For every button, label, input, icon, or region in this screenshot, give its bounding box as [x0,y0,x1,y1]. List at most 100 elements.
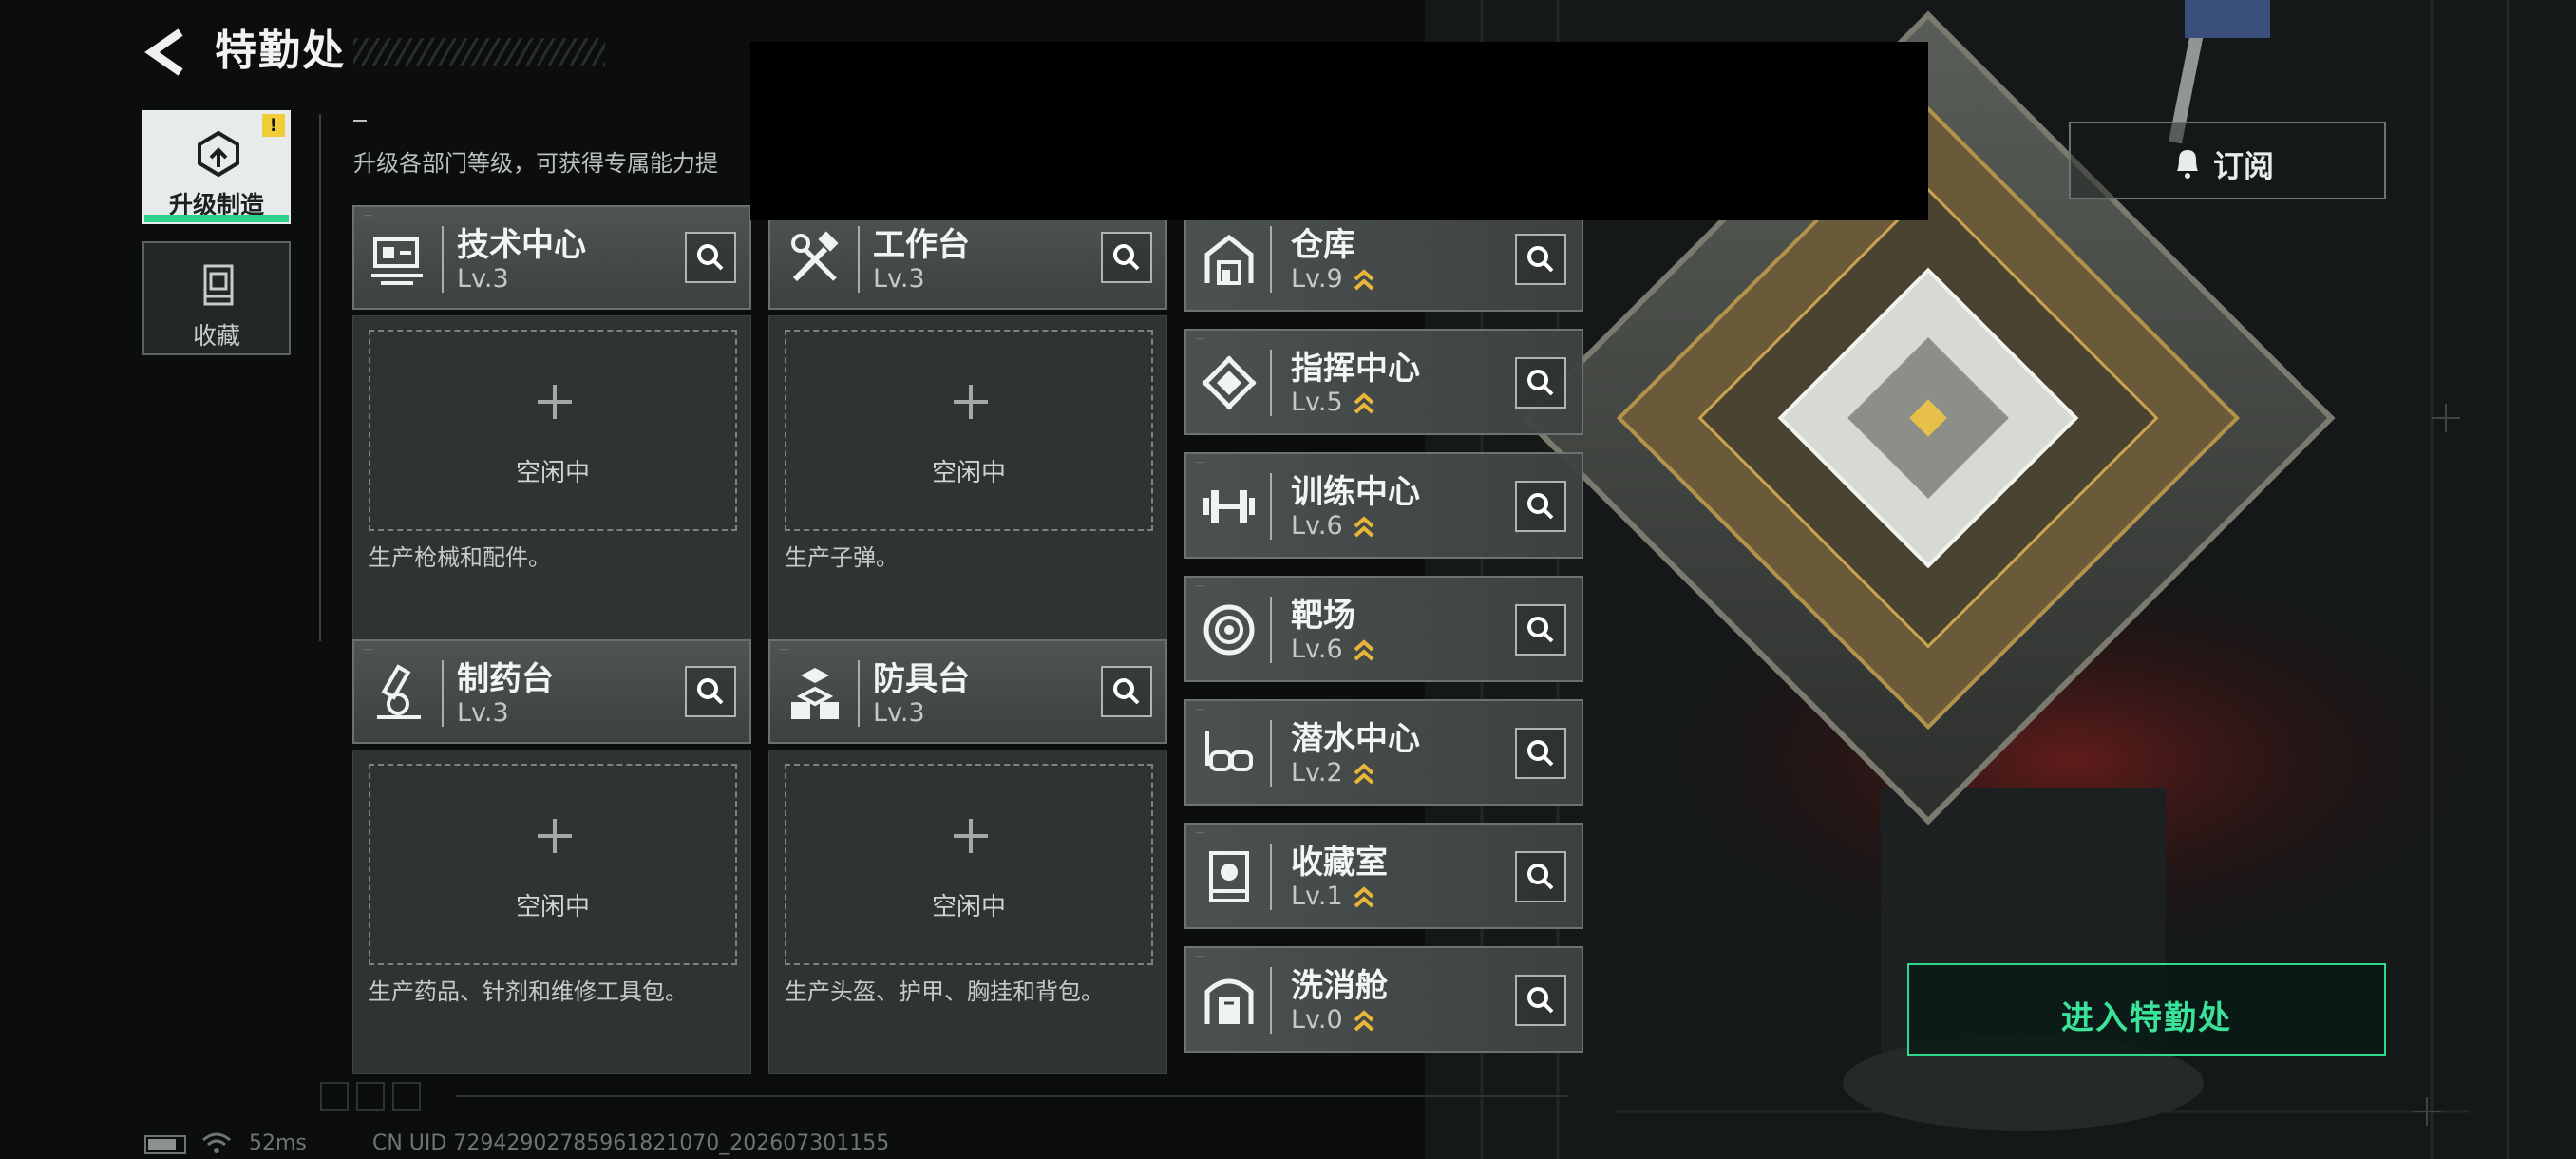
inspect-button[interactable] [1101,666,1152,717]
plus-icon [538,385,572,419]
workshop-header[interactable]: — 技术中心 Lv.3 [352,205,751,310]
department-level: Lv.0 [1291,1005,1343,1035]
department-level: Lv.9 [1291,264,1343,294]
back-button[interactable] [142,27,190,78]
department-diving-center[interactable]: — 潜水中心 Lv.2 [1184,699,1583,806]
workshop-card-pharmacy: — 制药台 Lv.3 空闲中 生产药品、针剂和维修工具包。 [352,639,751,1074]
department-level: Lv.6 [1291,511,1343,541]
department-name: 指挥中心 [1291,350,1420,388]
department-command-center[interactable]: — 指挥中心 Lv.5 [1184,329,1583,435]
slot-status: 空闲中 [515,893,590,922]
inspect-button[interactable] [1515,975,1566,1026]
inspect-button[interactable] [1101,232,1152,283]
department-name: 仓库 [1291,226,1355,264]
inspect-button[interactable] [1515,481,1566,532]
production-slot[interactable]: 空闲中 [785,330,1153,531]
inspect-button[interactable] [1515,851,1566,902]
level-up-icon [1354,516,1374,538]
search-icon [1527,617,1554,643]
redacted-overlay [750,42,1928,220]
department-shooting-range[interactable]: — 靶场 Lv.6 [1184,576,1583,682]
tab-upgrade-craft[interactable]: ! 升级制造 [142,110,291,224]
plus-icon [954,385,988,419]
title-decoration [353,38,605,66]
workshop-level: Lv.3 [457,698,509,728]
slot-status: 空闲中 [931,893,1006,922]
search-icon [697,244,724,271]
search-icon [1527,987,1554,1014]
department-collection-room[interactable]: — 收藏室 Lv.1 [1184,823,1583,929]
search-icon [1527,493,1554,520]
tech-center-icon [371,238,423,285]
inspect-button[interactable] [1515,728,1566,779]
inspect-button[interactable] [685,666,736,717]
department-warehouse[interactable]: — 仓库 Lv.9 [1184,205,1583,312]
workshop-level: Lv.3 [873,698,925,728]
workshop-card-tech-center: — 技术中心 Lv.3 空闲中 生产枪械和配件。 [352,205,751,640]
production-slot[interactable]: 空闲中 [785,764,1153,965]
upgrade-craft-icon [198,130,239,178]
ping-readout: 52ms [249,1131,307,1155]
tab-collection[interactable]: 收藏 [142,241,291,355]
command-center-icon [1202,355,1257,410]
workshop-card-armor-bench: — 防具台 Lv.3 空闲中 生产头盔、护甲、胸挂和背包。 [768,639,1167,1074]
level-up-icon [1354,639,1374,661]
workshop-description: 生产枪械和配件。 [369,544,551,571]
level-up-icon [1354,886,1374,908]
department-decon-chamber[interactable]: — 洗消舱 Lv.0 [1184,946,1583,1053]
workshop-level: Lv.3 [873,264,925,294]
inspect-button[interactable] [1515,357,1566,408]
department-level: Lv.1 [1291,882,1343,911]
workshop-level: Lv.3 [457,264,509,294]
training-center-icon [1203,490,1255,522]
level-up-icon [1354,763,1374,785]
workshop-description: 生产头盔、护甲、胸挂和背包。 [785,978,1104,1005]
collection-room-icon [1209,851,1249,902]
workshop-name: 工作台 [873,226,970,264]
production-panel: 空闲中 生产药品、针剂和维修工具包。 [352,750,751,1074]
department-level: Lv.2 [1291,758,1343,788]
department-name: 洗消舱 [1291,967,1388,1005]
workshop-name: 制药台 [457,660,554,698]
armor-bench-icon [791,668,839,719]
production-panel: 空闲中 生产枪械和配件。 [352,315,751,640]
workshop-description: 生产子弹。 [785,544,899,571]
department-level: Lv.6 [1291,635,1343,664]
slot-status: 空闲中 [931,459,1006,487]
decon-chamber-icon [1204,978,1254,1024]
workshop-header[interactable]: — 防具台 Lv.3 [768,639,1167,744]
slot-status: 空闲中 [515,459,590,487]
battery-icon [144,1135,186,1154]
workbench-icon [791,231,839,282]
divider [353,120,367,122]
tab-label: 收藏 [192,322,240,350]
workshop-card-workbench: — 工作台 Lv.3 空闲中 生产子弹。 [768,205,1167,640]
workshop-header[interactable]: — 工作台 Lv.3 [768,205,1167,310]
department-name: 潜水中心 [1291,720,1420,758]
search-icon [1527,370,1554,396]
subscribe-button[interactable]: 订阅 [2069,122,2386,200]
search-icon [1113,678,1140,705]
inspect-button[interactable] [685,232,736,283]
warehouse-icon [1204,234,1254,285]
battery-fill [148,1139,176,1150]
department-name: 靶场 [1291,597,1355,635]
uid-watermark: CN UID 7294290278596182107​0_20260730​11… [372,1131,890,1155]
search-icon [1113,244,1140,271]
divider [319,114,321,641]
search-icon [697,678,724,705]
inspect-button[interactable] [1515,604,1566,656]
search-icon [1527,864,1554,890]
production-slot[interactable]: 空闲中 [369,764,737,965]
inspect-button[interactable] [1515,234,1566,285]
department-level: Lv.5 [1291,388,1343,417]
workshop-header[interactable]: — 制药台 Lv.3 [352,639,751,744]
enter-special-ops-button[interactable]: 进入特勤处 [1907,963,2386,1056]
enter-button-label: 进入特勤处 [2061,999,2232,1037]
department-name: 收藏室 [1291,844,1388,882]
subscribe-label: 订阅 [2213,148,2275,184]
page-description: 升级各部门等级，可获得专属能力提 [353,150,718,177]
department-training-center[interactable]: — 训练中心 Lv.6 [1184,452,1583,559]
production-slot[interactable]: 空闲中 [369,330,737,531]
production-panel: 空闲中 生产头盔、护甲、胸挂和背包。 [768,750,1167,1074]
